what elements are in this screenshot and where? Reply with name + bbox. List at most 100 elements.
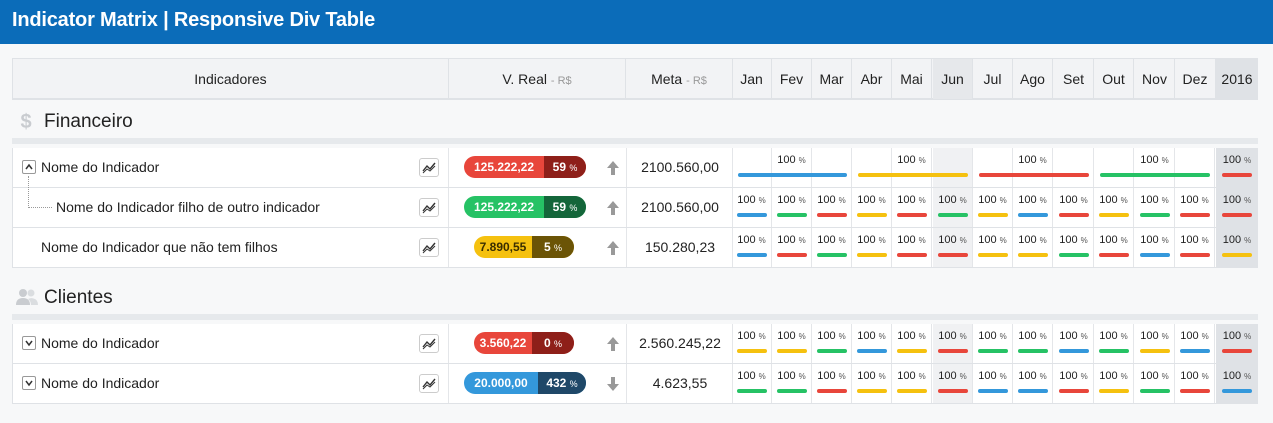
month-cell: 100 %	[1013, 188, 1053, 227]
status-bar	[938, 389, 968, 393]
month-cell: 100 %	[1013, 228, 1053, 267]
percent-unit: %	[918, 196, 926, 205]
percent-number: 100	[1018, 154, 1040, 166]
header-month-label: Out	[1102, 71, 1125, 87]
status-bar	[857, 389, 887, 393]
month-percent: 100 %	[1175, 234, 1214, 246]
table-header: Indicadores V. Real - R$ Meta - R$ Jan Fev Ma…	[12, 58, 1258, 100]
month-percent: 100 %	[1013, 154, 1052, 166]
meta-cell: 4.623,55	[626, 364, 733, 403]
percent-number: 100	[857, 234, 879, 246]
percent-unit: %	[878, 372, 886, 381]
arrow-down-icon	[606, 376, 620, 392]
month-cell: 100 %	[933, 364, 973, 403]
status-bar	[1059, 213, 1089, 217]
header-month-nov: Nov	[1135, 59, 1175, 99]
percent-number: 100	[1180, 370, 1202, 382]
chart-icon[interactable]	[419, 158, 439, 177]
indicator-cell: Nome do Indicador filho de outro indicad…	[13, 176, 449, 227]
month-cell: 100 %	[1013, 148, 1053, 187]
header-month-out: Out	[1094, 59, 1134, 99]
chart-icon[interactable]	[419, 374, 439, 393]
month-cell: 100 %	[1175, 324, 1215, 363]
vreal-cell: 125.222,22 59 %	[449, 188, 626, 227]
expand-toggle[interactable]	[22, 376, 36, 390]
percent-number: 100	[817, 330, 839, 342]
month-percent: 100 %	[892, 330, 931, 342]
percent-unit: %	[554, 243, 563, 253]
percent-unit: %	[758, 332, 766, 341]
percent-number: 100	[938, 194, 960, 206]
percent-number: 100	[1099, 370, 1121, 382]
header-month-label: Fev	[779, 71, 804, 87]
indicator-name: Nome do Indicador	[41, 335, 160, 351]
percent-number: 100	[1018, 370, 1040, 382]
percent-unit: %	[838, 372, 846, 381]
table-row: Nome do Indicador filho de outro indicad…	[12, 176, 1258, 228]
percent-unit: %	[569, 379, 578, 389]
month-cell: 100 %	[1013, 324, 1053, 363]
collapse-toggle[interactable]	[22, 160, 36, 174]
year-percent: 100 %	[1216, 330, 1258, 342]
quarter-status-bar	[1100, 173, 1210, 177]
percent-number: 100	[1140, 154, 1162, 166]
month-cell: 100 %	[1054, 188, 1094, 227]
percent-number: 100	[1222, 194, 1245, 206]
month-cell: 100 %	[1054, 364, 1094, 403]
percent-number: 100	[1099, 234, 1121, 246]
month-cell: 100 %	[732, 364, 772, 403]
percent-unit: %	[1080, 332, 1088, 341]
percent-unit: %	[999, 332, 1007, 341]
month-cell: 100 %	[1094, 188, 1134, 227]
meta-value: 150.280,23	[644, 239, 716, 255]
value-percent: 59 %	[544, 196, 586, 218]
year-cell: 100 %	[1216, 364, 1258, 403]
value-amount: 3.560,22	[479, 336, 527, 350]
month-cell: 100 %	[1054, 324, 1094, 363]
value-badge: 3.560,22 0 %	[474, 332, 574, 354]
status-bar	[857, 253, 887, 257]
status-bar	[978, 349, 1008, 353]
month-percent: 100 %	[852, 234, 891, 246]
chart-icon[interactable]	[419, 334, 439, 353]
percent-unit: %	[798, 372, 806, 381]
status-bar	[897, 349, 927, 353]
status-bar	[1059, 389, 1089, 393]
year-percent: 100 %	[1216, 234, 1258, 246]
status-bar	[978, 389, 1008, 393]
month-cell: 100 %	[812, 324, 852, 363]
year-cell: 100 %	[1216, 324, 1258, 363]
month-cell: 100 %	[1175, 188, 1215, 227]
vreal-cell: 125.222,22 59 %	[449, 148, 626, 187]
month-percent: 100 %	[772, 370, 811, 382]
percent-unit: %	[838, 236, 846, 245]
value-percent: 5 %	[532, 236, 574, 258]
percent-unit: %	[798, 156, 806, 165]
header-month-mar: Mar	[812, 59, 852, 99]
month-percent: 100 %	[772, 154, 811, 166]
year-cell: 100 %	[1216, 188, 1258, 227]
chart-icon[interactable]	[419, 198, 439, 217]
month-cell: 100 %	[892, 324, 932, 363]
status-bar	[737, 253, 767, 257]
month-percent: 100 %	[892, 234, 931, 246]
value-badge: 20.000,00 432 %	[464, 372, 586, 394]
status-bar	[857, 349, 887, 353]
percent-unit: %	[918, 332, 926, 341]
percent-number: 100	[777, 370, 799, 382]
month-percent: 100 %	[1013, 370, 1052, 382]
expand-toggle[interactable]	[22, 336, 36, 350]
header-month-label: Ago	[1020, 71, 1045, 87]
status-bar	[1222, 349, 1252, 353]
chart-icon[interactable]	[419, 238, 439, 257]
percent-number: 100	[1140, 194, 1162, 206]
status-bar	[817, 349, 847, 353]
percent-unit: %	[959, 236, 967, 245]
indicator-name: Nome do Indicador filho de outro indicad…	[56, 199, 320, 215]
percent-unit: %	[878, 196, 886, 205]
meta-cell: 2100.560,00	[626, 148, 733, 187]
meta-value: 4.623,55	[652, 375, 708, 391]
percent-number: 100	[817, 234, 839, 246]
month-percent: 100 %	[1135, 234, 1174, 246]
users-icon	[16, 288, 38, 308]
